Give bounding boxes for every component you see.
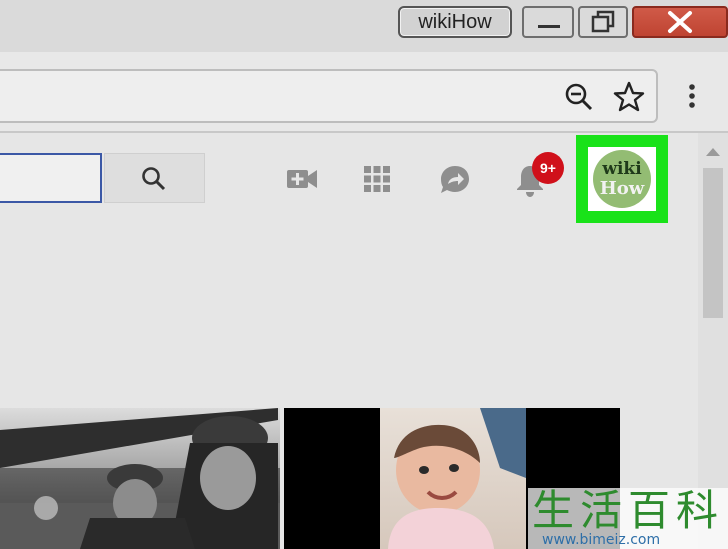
profile-chip[interactable]: wikiHow xyxy=(398,6,512,38)
search-button[interactable] xyxy=(104,153,205,203)
apps-grid-icon[interactable] xyxy=(362,164,392,194)
thumbnail-image xyxy=(380,408,526,549)
share-message-icon[interactable] xyxy=(438,163,472,197)
restore-icon xyxy=(591,10,615,33)
avatar: wiki How xyxy=(593,150,651,208)
watermark-text: 生活百科 xyxy=(532,486,725,535)
search-input[interactable] xyxy=(0,153,102,203)
watermark-url: www.bimeiz.com xyxy=(542,532,661,548)
maximize-button[interactable] xyxy=(578,6,628,38)
avatar-text-line2: How xyxy=(599,178,645,199)
scroll-up-arrow-icon[interactable] xyxy=(703,143,723,159)
site-watermark: 生活百科 www.bimeiz.com xyxy=(528,488,728,549)
address-bar[interactable] xyxy=(0,69,658,123)
account-avatar-button[interactable]: wiki How xyxy=(588,147,656,211)
zoom-out-icon[interactable] xyxy=(562,80,596,114)
avatar-text-line1: wiki xyxy=(602,159,642,179)
star-icon[interactable] xyxy=(612,80,646,114)
video-camera-plus-icon[interactable] xyxy=(284,164,320,194)
close-button[interactable] xyxy=(632,6,728,38)
search-icon xyxy=(142,167,166,191)
close-icon xyxy=(668,11,692,33)
video-thumbnail[interactable] xyxy=(0,408,280,549)
profile-name: wikiHow xyxy=(418,10,492,33)
thumbnail-image xyxy=(0,408,280,549)
minimize-icon xyxy=(538,25,560,28)
kebab-menu-icon[interactable] xyxy=(682,80,702,114)
notification-badge: 9+ xyxy=(532,152,564,184)
minimize-button[interactable] xyxy=(522,6,574,38)
scrollbar-thumb[interactable] xyxy=(703,168,723,318)
